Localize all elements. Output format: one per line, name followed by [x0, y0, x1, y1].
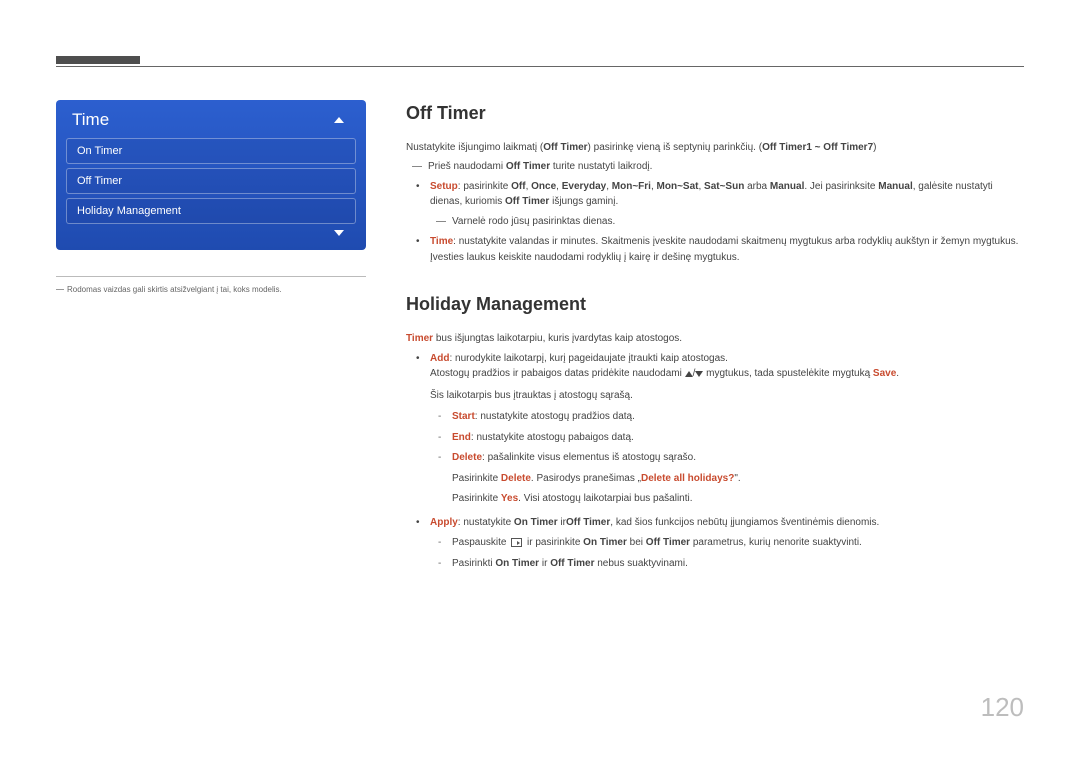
delete-line2: Pasirinkite Delete. Pasirodys pranešimas… [430, 471, 1024, 487]
left-footnote: Rodomas vaizdas gali skirtis atsižvelgia… [56, 285, 366, 294]
off-timer-heading: Off Timer [406, 100, 1024, 128]
chevron-up-icon[interactable] [334, 117, 344, 123]
enter-icon [511, 538, 522, 547]
setup-subnote: Varnelė rodo jūsų pasirinktas dienas. [430, 214, 1024, 230]
page-number: 120 [981, 692, 1024, 723]
header-rule [56, 66, 1024, 67]
time-menu-title: Time [72, 110, 334, 130]
add-line2: Atostogų pradžios ir pabaigos datas prid… [430, 366, 1024, 382]
off-timer-intro: Nustatykite išjungimo laikmatį (Off Time… [406, 140, 1024, 156]
header-chapter-marker [56, 56, 140, 64]
time-menu-panel: Time On Timer Off Timer Holiday Manageme… [56, 100, 366, 250]
start-item: Start: nustatykite atostogų pradžios dat… [430, 409, 1024, 425]
time-bullet: Time: nustatykite valandas ir minutes. S… [430, 234, 1024, 265]
menu-item-off-timer[interactable]: Off Timer [66, 168, 356, 194]
off-timer-prerequisite-note: Prieš naudodami Off Timer turite nustaty… [406, 159, 1024, 175]
apply-sub2: Pasirinkti On Timer ir Off Timer nebus s… [430, 556, 1024, 572]
delete-line3: Pasirinkite Yes. Visi atostogų laikotarp… [430, 491, 1024, 507]
delete-item: Delete: pašalinkite visus elementus iš a… [430, 450, 1024, 466]
holiday-heading: Holiday Management [406, 291, 1024, 319]
right-column: Off Timer Nustatykite išjungimo laikmatį… [406, 100, 1024, 577]
triangle-up-icon [685, 371, 693, 377]
add-line3: Šis laikotarpis bus įtrauktas į atostogų… [406, 388, 1024, 404]
setup-bullet: Setup: pasirinkite Off, Once, Everyday, … [430, 179, 1024, 230]
apply-sub1: Paspauskite ir pasirinkite On Timer bei … [430, 535, 1024, 551]
chevron-down-icon[interactable] [334, 230, 344, 236]
page-content: Time On Timer Off Timer Holiday Manageme… [56, 100, 1024, 577]
holiday-intro: Timer bus išjungtas laikotarpiu, kuris į… [406, 331, 1024, 347]
menu-item-holiday-management[interactable]: Holiday Management [66, 198, 356, 224]
left-column: Time On Timer Off Timer Holiday Manageme… [56, 100, 366, 577]
end-item: End: nustatykite atostogų pabaigos datą. [430, 430, 1024, 446]
apply-bullet: Apply: nustatykite On Timer irOff Timer,… [430, 515, 1024, 572]
add-bullet: Add: nurodykite laikotarpį, kurį pageida… [430, 351, 1024, 382]
menu-item-on-timer[interactable]: On Timer [66, 138, 356, 164]
left-footnote-rule [56, 276, 366, 277]
